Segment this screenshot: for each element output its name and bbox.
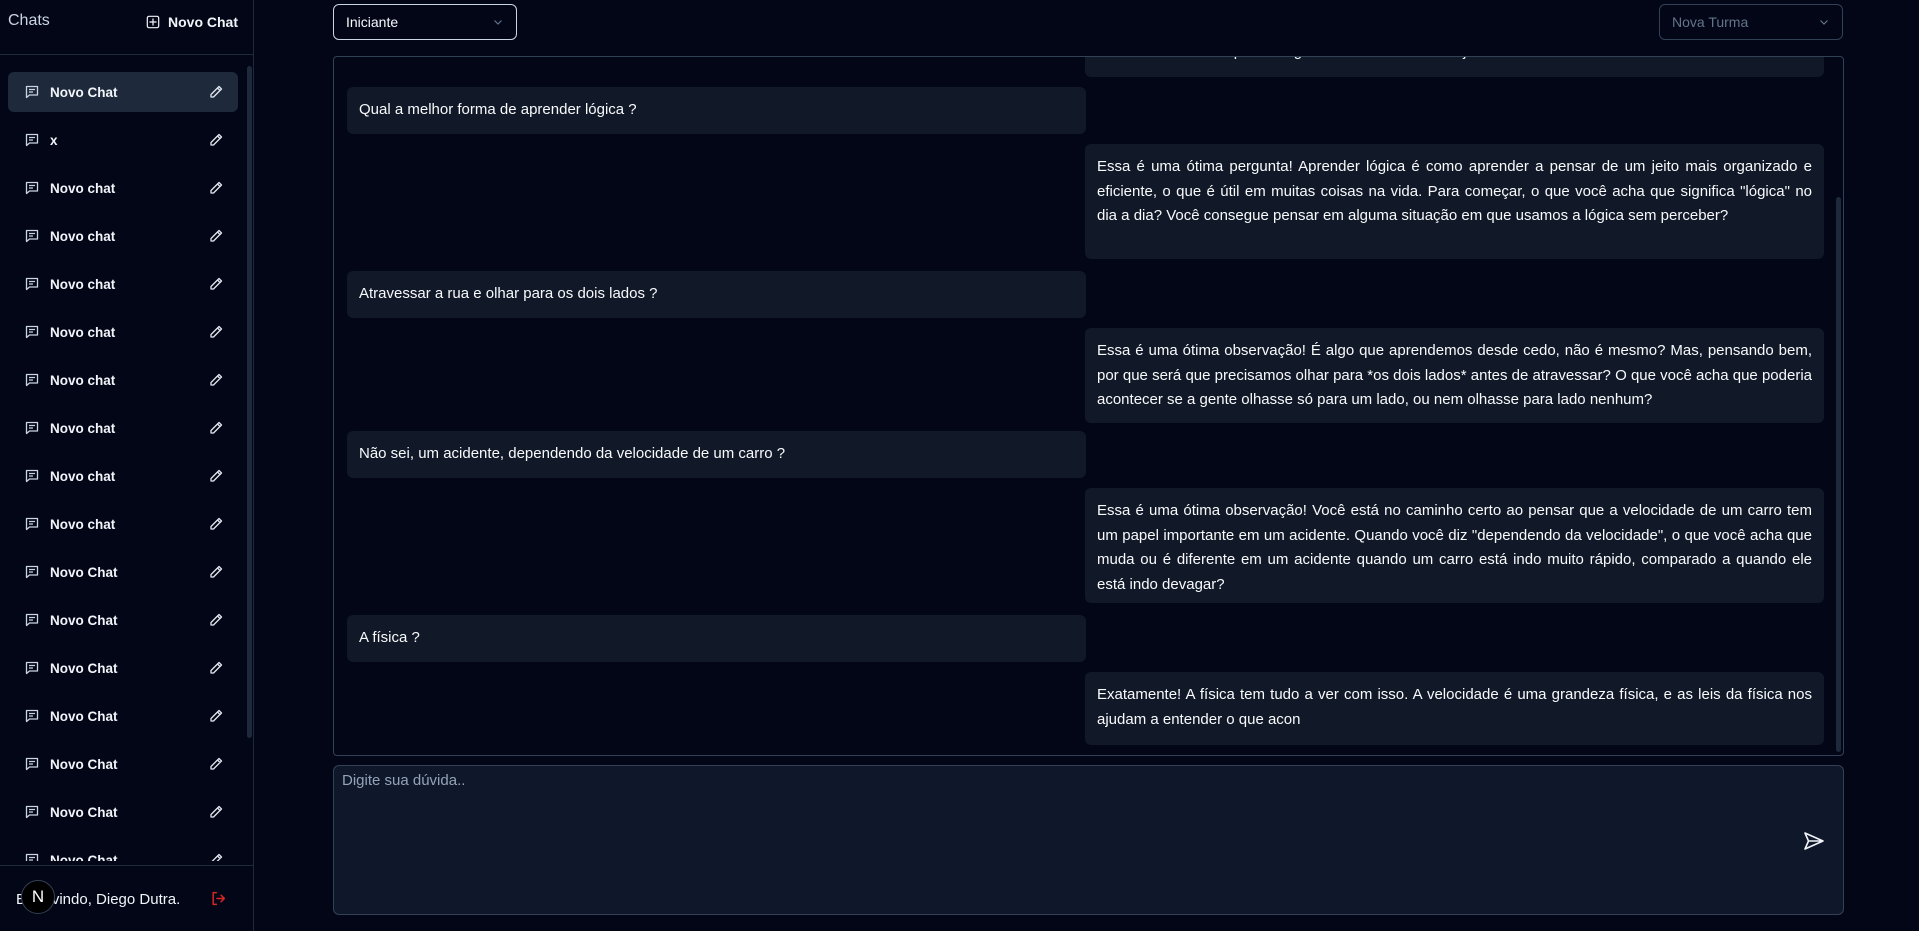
message-square-icon bbox=[25, 805, 39, 819]
level-select[interactable]: Iniciante bbox=[333, 4, 517, 40]
chat-item-label: Novo Chat bbox=[50, 660, 118, 676]
chat-item[interactable]: Novo chat bbox=[8, 456, 238, 496]
chevron-down-icon bbox=[1820, 20, 1828, 25]
pencil-icon[interactable] bbox=[208, 420, 224, 436]
user-message: A física ? bbox=[347, 615, 1086, 662]
message-square-icon bbox=[25, 277, 39, 291]
message-square-icon bbox=[25, 709, 39, 723]
user-message: Qual a melhor forma de aprender lógica ? bbox=[347, 87, 1086, 134]
message-square-icon bbox=[25, 613, 39, 627]
message-input[interactable] bbox=[334, 766, 1734, 906]
chat-item[interactable]: Novo chat bbox=[8, 168, 238, 208]
chat-item-label: Novo chat bbox=[50, 228, 116, 244]
chat-item[interactable]: Novo chat bbox=[8, 408, 238, 448]
chat-item[interactable]: Novo chat bbox=[8, 312, 238, 352]
message-square-icon bbox=[25, 229, 39, 243]
chat-item[interactable]: Novo Chat bbox=[8, 648, 238, 688]
pencil-icon[interactable] bbox=[208, 84, 224, 100]
chat-item[interactable]: Novo Chat bbox=[8, 72, 238, 112]
chat-item-label: Novo Chat bbox=[50, 612, 118, 628]
message-square-icon bbox=[25, 661, 39, 675]
chat-item[interactable]: x bbox=[8, 120, 238, 160]
assistant-message: Essa é uma ótima pergunta! Aprender lógi… bbox=[1085, 144, 1824, 259]
pencil-icon[interactable] bbox=[208, 372, 224, 388]
plus-square-icon bbox=[146, 15, 160, 29]
chat-item-label: Novo Chat bbox=[50, 84, 118, 100]
message-square-icon bbox=[25, 853, 39, 861]
chat-item[interactable]: Novo Chat bbox=[8, 696, 238, 736]
pencil-icon[interactable] bbox=[208, 228, 224, 244]
pencil-icon[interactable] bbox=[208, 468, 224, 484]
message-square-icon bbox=[25, 421, 39, 435]
pencil-icon[interactable] bbox=[208, 660, 224, 676]
message-square-icon bbox=[25, 133, 39, 147]
chat-item-label: Novo Chat bbox=[50, 756, 118, 772]
user-message: Atravessar a rua e olhar para os dois la… bbox=[347, 271, 1086, 318]
chat-item[interactable]: Novo Chat bbox=[8, 840, 238, 861]
pencil-icon[interactable] bbox=[208, 132, 224, 148]
pencil-icon[interactable] bbox=[208, 564, 224, 580]
chat-item[interactable]: Novo chat bbox=[8, 216, 238, 256]
sidebar-header: Chats Novo Chat bbox=[0, 0, 254, 55]
avatar[interactable]: N bbox=[21, 880, 55, 914]
sidebar-scrollbar[interactable] bbox=[247, 66, 252, 738]
message-square-icon bbox=[25, 85, 39, 99]
sidebar-footer: Bem-vindo, Diego Dutra. N bbox=[0, 865, 254, 931]
pencil-icon[interactable] bbox=[208, 852, 224, 861]
pencil-icon[interactable] bbox=[208, 180, 224, 196]
logout-icon[interactable] bbox=[210, 890, 227, 907]
pencil-icon[interactable] bbox=[208, 516, 224, 532]
chat-list: Novo Chat x Novo chat Novo chat Novo cha… bbox=[0, 68, 254, 861]
pencil-icon[interactable] bbox=[208, 324, 224, 340]
message-square-icon bbox=[25, 517, 39, 531]
chat-item-label: Novo Chat bbox=[50, 708, 118, 724]
new-chat-label: Novo Chat bbox=[168, 14, 238, 30]
message-square-icon bbox=[25, 325, 39, 339]
chat-item-label: Novo chat bbox=[50, 372, 116, 388]
pencil-icon[interactable] bbox=[208, 276, 224, 292]
message-square-icon bbox=[25, 181, 39, 195]
message-square-icon bbox=[25, 565, 39, 579]
message-square-icon bbox=[25, 373, 39, 387]
chat-item-label: Novo Chat bbox=[50, 804, 118, 820]
chat-item[interactable]: Novo chat bbox=[8, 504, 238, 544]
chat-item[interactable]: Novo chat bbox=[8, 360, 238, 400]
chat-item-label: Novo chat bbox=[50, 468, 116, 484]
new-chat-button[interactable]: Novo Chat bbox=[146, 11, 238, 33]
pencil-icon[interactable] bbox=[208, 708, 224, 724]
send-icon[interactable] bbox=[1802, 829, 1826, 853]
chat-item-label: Novo chat bbox=[50, 324, 116, 340]
message-square-icon bbox=[25, 757, 39, 771]
message-input-box bbox=[333, 765, 1844, 915]
user-message: Não sei, um acidente, dependendo da velo… bbox=[347, 431, 1086, 478]
pencil-icon[interactable] bbox=[208, 756, 224, 772]
turma-select[interactable]: Nova Turma bbox=[1659, 4, 1843, 40]
assistant-message: o tema ou a dúvida que você gostaria de … bbox=[1085, 57, 1824, 77]
chat-messages-panel[interactable]: o tema ou a dúvida que você gostaria de … bbox=[333, 56, 1844, 756]
assistant-message: Essa é uma ótima observação! Você está n… bbox=[1085, 488, 1824, 603]
chevron-down-icon bbox=[494, 20, 502, 25]
assistant-message: Exatamente! A física tem tudo a ver com … bbox=[1085, 672, 1824, 745]
chat-item-label: Novo chat bbox=[50, 420, 116, 436]
message-square-icon bbox=[25, 469, 39, 483]
sidebar: Chats Novo Chat Novo Chat x Novo chat No… bbox=[0, 0, 254, 931]
chat-item-label: x bbox=[50, 132, 58, 148]
chat-item[interactable]: Novo Chat bbox=[8, 744, 238, 784]
chat-item-label: Novo Chat bbox=[50, 852, 118, 862]
pencil-icon[interactable] bbox=[208, 804, 224, 820]
assistant-message: Essa é uma ótima observação! É algo que … bbox=[1085, 328, 1824, 423]
chat-item[interactable]: Novo Chat bbox=[8, 600, 238, 640]
chat-item[interactable]: Novo Chat bbox=[8, 552, 238, 592]
level-select-value: Iniciante bbox=[346, 14, 399, 30]
chat-item-label: Novo Chat bbox=[50, 564, 118, 580]
chat-item-label: Novo chat bbox=[50, 516, 116, 532]
chat-scrollbar[interactable] bbox=[1836, 197, 1841, 752]
chat-item[interactable]: Novo chat bbox=[8, 264, 238, 304]
chat-item-label: Novo chat bbox=[50, 180, 116, 196]
pencil-icon[interactable] bbox=[208, 612, 224, 628]
chat-item[interactable]: Novo Chat bbox=[8, 792, 238, 832]
turma-select-value: Nova Turma bbox=[1672, 14, 1749, 30]
sidebar-title: Chats bbox=[8, 12, 50, 29]
chat-item-label: Novo chat bbox=[50, 276, 116, 292]
